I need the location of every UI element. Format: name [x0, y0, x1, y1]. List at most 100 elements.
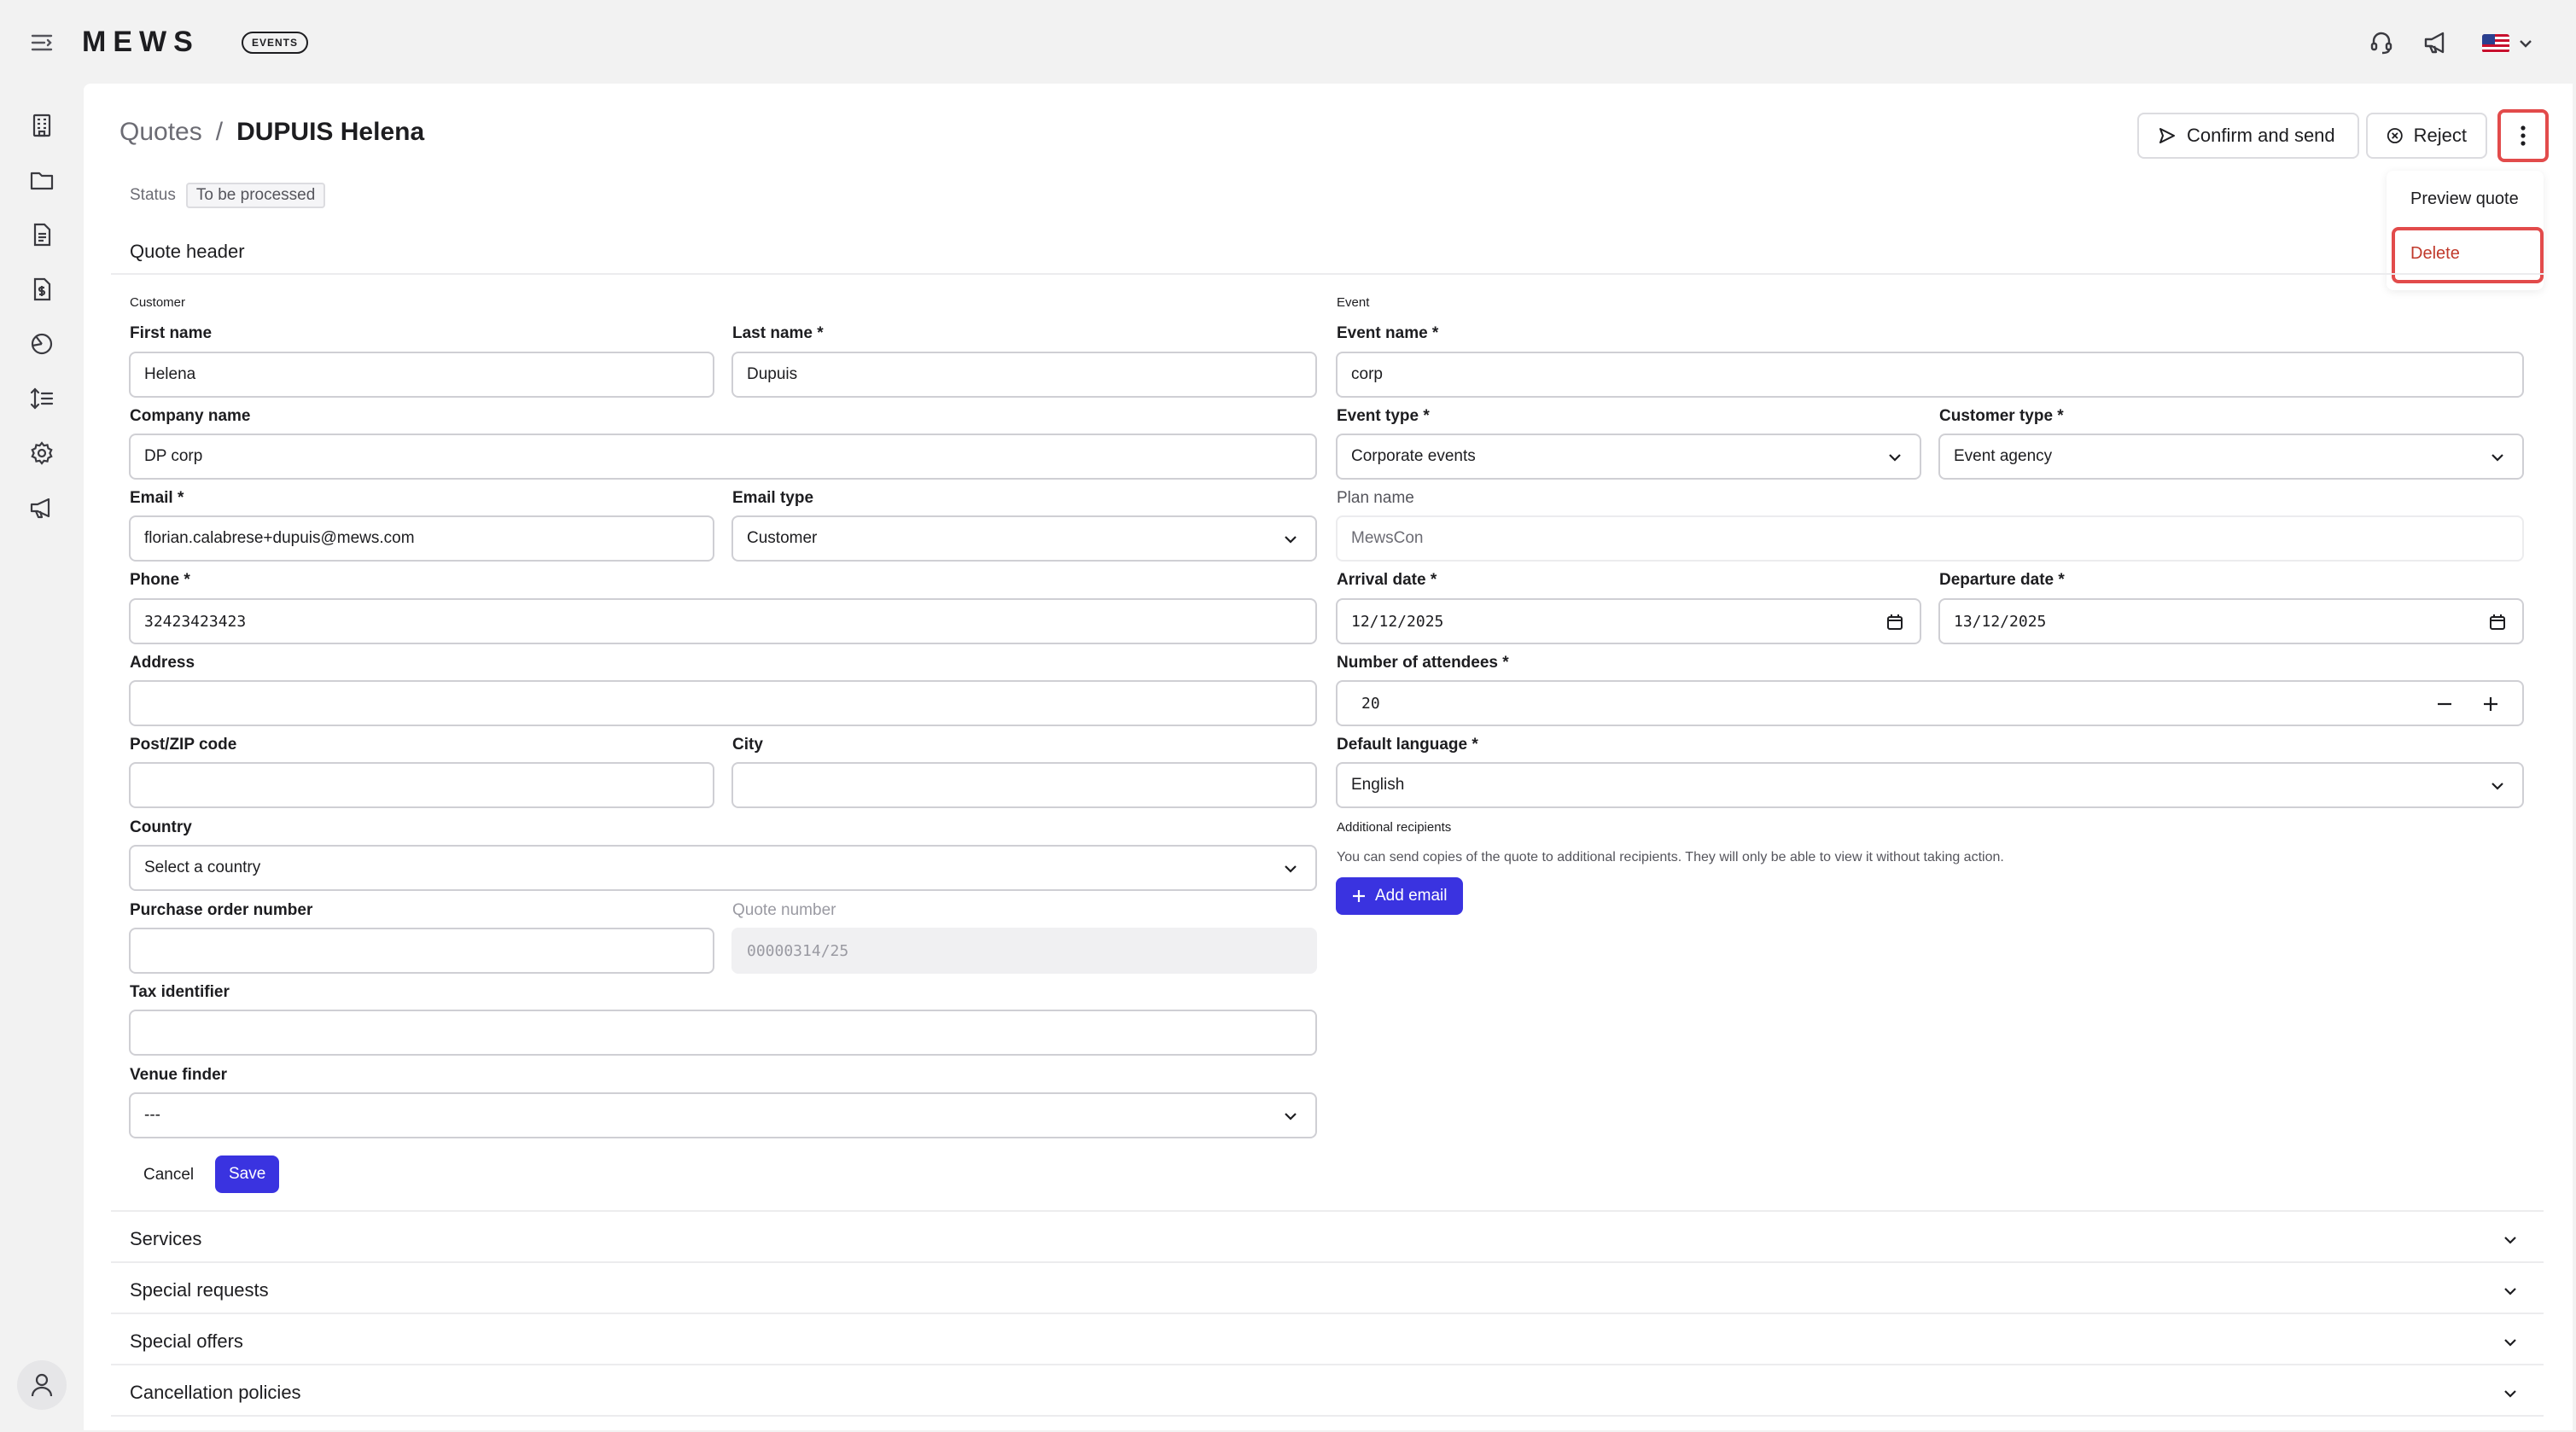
menu-icon[interactable]: [31, 32, 55, 53]
arrival-date-field[interactable]: 12/12/2025: [1336, 598, 1921, 644]
first-name-label: First name: [130, 324, 213, 342]
arrival-date-value: 12/12/2025: [1351, 612, 1444, 631]
divider: [111, 1261, 2544, 1263]
departure-date-field[interactable]: 13/12/2025: [1938, 598, 2524, 644]
folder-icon[interactable]: [29, 167, 55, 193]
event-name-label: Event name *: [1337, 324, 1439, 342]
breadcrumb-quotes-link[interactable]: Quotes: [119, 118, 202, 147]
plan-name-field: MewsCon: [1336, 515, 2524, 562]
status-badge: To be processed: [185, 183, 326, 208]
chevron-down-icon[interactable]: [2518, 36, 2533, 51]
last-name-label: Last name *: [732, 324, 824, 342]
departure-date-value: 13/12/2025: [1954, 612, 2047, 631]
email-field[interactable]: florian.calabrese+dupuis@mews.com: [129, 515, 714, 562]
cancel-button[interactable]: Cancel: [143, 1166, 194, 1185]
country-select[interactable]: Select a country: [129, 845, 1317, 891]
left-rail: [0, 84, 84, 1432]
company-name-field[interactable]: DP corp: [129, 434, 1317, 480]
country-label: Country: [130, 818, 192, 836]
breadcrumb: Quotes / DUPUIS Helena: [119, 118, 424, 147]
additional-recipients-help: You can send copies of the quote to addi…: [1337, 850, 2004, 864]
support-icon[interactable]: [2368, 29, 2395, 56]
language-label: Default language *: [1337, 736, 1478, 754]
city-label: City: [732, 736, 763, 754]
phone-field[interactable]: 32423423423: [129, 598, 1317, 644]
customer-group-label: Customer: [130, 295, 186, 310]
chevron-down-icon: [1285, 536, 1297, 544]
phone-label: Phone *: [130, 571, 190, 589]
language-value: English: [1351, 776, 1405, 794]
sort-list-icon[interactable]: [29, 386, 55, 411]
plus-icon[interactable]: [2481, 695, 2500, 713]
mews-logo: MEWS: [82, 26, 200, 58]
event-name-field[interactable]: corp: [1336, 352, 2524, 398]
save-button[interactable]: Save: [215, 1155, 280, 1193]
chevron-down-icon[interactable]: [2501, 1384, 2520, 1403]
settings-icon[interactable]: [29, 440, 55, 466]
event-group-label: Event: [1337, 295, 1370, 310]
calendar-icon[interactable]: [2488, 613, 2507, 632]
more-actions-button[interactable]: [2497, 109, 2549, 162]
last-name-field[interactable]: Dupuis: [731, 352, 1317, 398]
first-name-field[interactable]: Helena: [129, 352, 714, 398]
event-type-label: Event type *: [1337, 407, 1430, 425]
chevron-down-icon: [1285, 1113, 1297, 1121]
email-type-select[interactable]: Customer: [731, 515, 1317, 562]
reject-icon: [2387, 128, 2403, 143]
customer-type-select[interactable]: Event agency: [1938, 434, 2524, 480]
venue-finder-select[interactable]: ---: [129, 1092, 1317, 1138]
divider: [111, 1210, 2544, 1212]
confirm-and-send-button[interactable]: Confirm and send: [2137, 113, 2359, 159]
preview-quote-menu-item[interactable]: Preview quote: [2410, 189, 2519, 209]
cancellation-policies-section-header[interactable]: Cancellation policies: [130, 1382, 301, 1404]
quote-number-field: 00000314/25: [731, 928, 1317, 974]
delete-highlight: [2392, 227, 2544, 283]
announcement-icon[interactable]: [2422, 29, 2450, 56]
invoice-icon[interactable]: [29, 277, 55, 302]
po-number-field[interactable]: [129, 928, 714, 974]
building-icon[interactable]: [29, 113, 55, 138]
chevron-down-icon: [1889, 454, 1901, 462]
customer-type-value: Event agency: [1954, 447, 2053, 465]
status-label: Status: [130, 186, 176, 204]
special-offers-section-header[interactable]: Special offers: [130, 1330, 243, 1353]
divider: [111, 1364, 2544, 1365]
megaphone-icon[interactable]: [29, 495, 55, 521]
reject-label: Reject: [2413, 125, 2467, 146]
kebab-icon: [2521, 125, 2526, 146]
pie-chart-icon[interactable]: [29, 331, 55, 357]
postcode-label: Post/ZIP code: [130, 736, 237, 754]
attendees-label: Number of attendees *: [1337, 654, 1509, 672]
email-label: Email *: [130, 489, 184, 507]
chevron-down-icon[interactable]: [2501, 1333, 2520, 1352]
chevron-down-icon: [1285, 865, 1297, 873]
country-value: Select a country: [144, 859, 261, 876]
calendar-icon[interactable]: [1885, 613, 1904, 632]
address-field[interactable]: [129, 680, 1317, 726]
arrival-date-label: Arrival date *: [1337, 571, 1437, 589]
chevron-down-icon[interactable]: [2501, 1282, 2520, 1301]
user-avatar[interactable]: [17, 1360, 67, 1410]
minus-icon[interactable]: [2435, 695, 2454, 713]
tax-id-field[interactable]: [129, 1010, 1317, 1056]
chevron-down-icon[interactable]: [2501, 1231, 2520, 1249]
confirm-and-send-label: Confirm and send: [2187, 125, 2335, 146]
language-flag-icon[interactable]: [2482, 34, 2509, 53]
document-icon[interactable]: [29, 222, 55, 247]
postcode-field[interactable]: [129, 762, 714, 808]
language-select[interactable]: English: [1336, 762, 2524, 808]
add-email-button[interactable]: Add email: [1336, 877, 1463, 915]
event-type-select[interactable]: Corporate events: [1336, 434, 1921, 480]
user-icon: [31, 1373, 53, 1397]
venue-finder-value: ---: [144, 1106, 160, 1124]
special-requests-section-header[interactable]: Special requests: [130, 1279, 269, 1301]
additional-recipients-label: Additional recipients: [1337, 820, 1452, 835]
breadcrumb-separator: /: [215, 118, 224, 146]
events-badge: EVENTS: [242, 32, 309, 54]
chevron-down-icon: [2491, 783, 2503, 790]
attendees-stepper[interactable]: 20: [1336, 680, 2524, 726]
status-row: Status To be processed: [130, 183, 326, 208]
reject-button[interactable]: Reject: [2366, 113, 2487, 159]
city-field[interactable]: [731, 762, 1317, 808]
services-section-header[interactable]: Services: [130, 1228, 201, 1250]
